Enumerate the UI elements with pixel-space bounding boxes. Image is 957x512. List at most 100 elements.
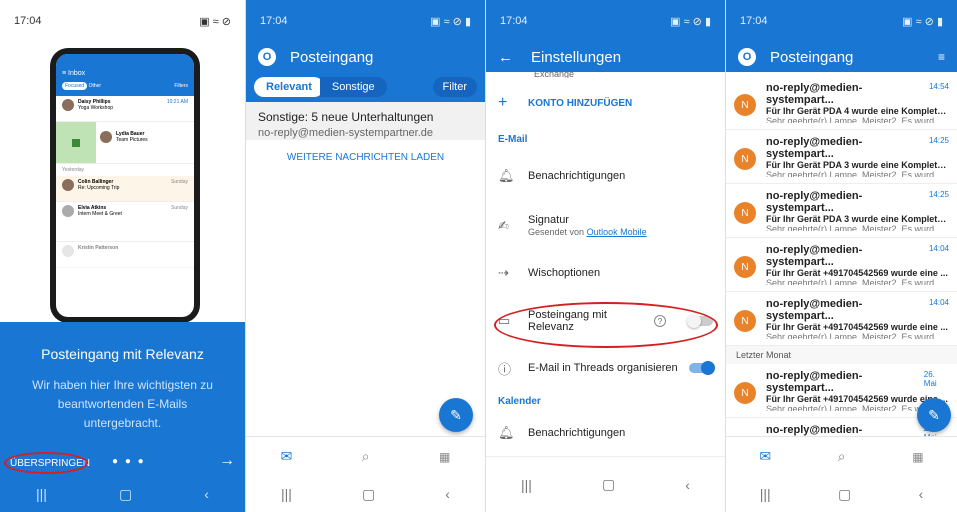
- plus-icon: +: [498, 94, 508, 111]
- calendar-section-heading: Kalender: [498, 395, 541, 407]
- section-last-month: Letzter Monat: [726, 346, 957, 364]
- load-more-button[interactable]: WEITERE NACHRICHTEN LADEN: [246, 152, 485, 163]
- home-icon[interactable]: ▢: [362, 486, 375, 503]
- system-navbar: ||| ▢ ‹: [246, 476, 485, 512]
- mail-item[interactable]: Nno-reply@medien-systempart... 14:04 Für I…: [726, 238, 957, 292]
- compose-icon[interactable]: ✎: [439, 398, 473, 432]
- phone-illustration: ≡ Inbox Focused Other Filters Daisy Phil…: [50, 48, 200, 323]
- onboarding-screen: 17:04 ▣ ≈ ⊘ ≡ Inbox Focused Other Filter…: [0, 0, 245, 512]
- mail-icon[interactable]: ✉: [281, 448, 293, 465]
- calendar-notifications-label: Benachrichtigungen: [528, 427, 626, 439]
- mail-sender: no-reply@medien-systempart...: [766, 298, 863, 322]
- phone-inbox-title: Inbox: [68, 70, 86, 77]
- back-icon[interactable]: ‹: [919, 486, 924, 502]
- threads-toggle[interactable]: [689, 361, 715, 375]
- next-arrow-icon[interactable]: →: [219, 452, 235, 470]
- cluster-sender: no-reply@medien-systempartner.de: [258, 127, 434, 139]
- tab-other[interactable]: Sonstige: [319, 77, 387, 97]
- filter-icon[interactable]: ≡: [938, 50, 945, 64]
- inbox-focused-screen: 17:04 ▣ ≈ ⊘ ▮ O Posteingang Relevant Son…: [245, 0, 485, 512]
- compose-icon[interactable]: ✎: [917, 398, 951, 432]
- mail-sender: no-reply@medien-systempart...: [766, 82, 863, 106]
- swipe-icon: ⇢: [498, 265, 509, 280]
- mail-item[interactable]: Nno-reply@medien-systempart... 14:04 Für I…: [726, 292, 957, 346]
- other-cluster[interactable]: Sonstige: 5 neue Unterhaltungen no-reply…: [246, 102, 485, 140]
- sender-avatar: N: [734, 202, 756, 224]
- phone-row-time: Sunday: [171, 179, 188, 185]
- tab-relevant[interactable]: Relevant: [254, 77, 324, 97]
- mail-preview: Sehr geehrte(r) Lampe, Meister2, Es wurd…: [766, 116, 942, 123]
- recent-apps-icon[interactable]: |||: [521, 477, 532, 493]
- sender-avatar: N: [734, 256, 756, 278]
- phone-row-time: 10:21 AM: [166, 99, 188, 105]
- back-icon[interactable]: ‹: [445, 486, 450, 502]
- mail-subject: Für Ihr Gerät PDA 3 wurde eine Komplettl…: [766, 214, 949, 224]
- status-bar: 17:04 ▣ ≈ ⊘ ▮: [486, 0, 725, 42]
- status-time: 17:04: [740, 15, 768, 27]
- filter-button[interactable]: Filter: [432, 77, 477, 97]
- recent-apps-icon[interactable]: |||: [36, 486, 47, 502]
- recent-apps-icon[interactable]: |||: [281, 486, 292, 502]
- phone-yesterday: Yesterday: [62, 167, 85, 173]
- calendar-icon[interactable]: ▦: [912, 450, 923, 464]
- system-navbar: ||| ▢ ‹: [726, 476, 957, 512]
- search-icon[interactable]: ⌕: [362, 448, 370, 465]
- settings-screen: 17:04 ▣ ≈ ⊘ ▮ ← Einstellungen Exchange +…: [485, 0, 725, 512]
- swipe-options-item[interactable]: ⇢ Wischoptionen: [486, 250, 725, 296]
- notifications-item[interactable]: 🔔︎ Benachrichtigungen: [486, 150, 725, 202]
- skip-highlight: [4, 452, 88, 474]
- mail-item[interactable]: Nno-reply@medien-systempart... 14:25 Für I…: [726, 184, 957, 238]
- inbox-tabs: Relevant Sonstige Filter: [246, 72, 485, 102]
- status-bar: 17:04 ▣ ≈ ⊘ ▮: [246, 0, 485, 42]
- mail-preview: Sehr geehrte(r) Lampe, Meister2, Es wurd…: [766, 224, 942, 231]
- back-icon[interactable]: ‹: [204, 486, 209, 502]
- phone-row-subject: Team Pictures: [116, 137, 148, 143]
- page-title: Einstellungen: [531, 48, 622, 66]
- swipe-label: Wischoptionen: [528, 267, 601, 279]
- notifications-label: Benachrichtigungen: [528, 170, 626, 182]
- calendar-icon[interactable]: ▦: [439, 450, 450, 464]
- phone-row-subject: Yoga Workshop: [78, 105, 114, 111]
- mail-sender: no-reply@medien-systempart...: [766, 136, 863, 160]
- recent-apps-icon[interactable]: |||: [760, 486, 771, 502]
- mail-item[interactable]: Nno-reply@medien-systempart... 14:25 Für I…: [726, 130, 957, 184]
- onboarding-text: Wir haben hier Ihre wichtigsten zu beant…: [32, 378, 213, 430]
- mail-icon[interactable]: ✉: [759, 448, 771, 465]
- signature-item[interactable]: ✍︎ Signatur Gesendet von Outlook Mobile: [486, 202, 725, 250]
- signature-sub: Gesendet von: [528, 227, 585, 237]
- threads-item[interactable]: ⓘ E-Mail in Threads organisieren: [486, 346, 725, 390]
- outlook-logo-icon[interactable]: O: [258, 48, 276, 66]
- status-time: 17:04: [260, 15, 288, 27]
- mail-subject: Für Ihr Gerät +491704542569 wurde eine .…: [766, 322, 948, 332]
- cluster-title: Sonstige: 5 neue Unterhaltungen: [258, 110, 434, 124]
- system-navbar: ||| ▢ ‹: [486, 456, 725, 512]
- mail-item[interactable]: Nno-reply@medien-systempart... 14:54 Für I…: [726, 76, 957, 130]
- status-time: 17:04: [500, 15, 528, 27]
- add-account-item[interactable]: + KONTO HINZUFÜGEN: [486, 78, 725, 128]
- search-icon[interactable]: ⌕: [838, 448, 846, 465]
- sender-avatar: N: [734, 382, 756, 404]
- sender-avatar: N: [734, 310, 756, 332]
- page-dots: ● ● ●: [112, 456, 146, 467]
- status-bar: 17:04 ▣ ≈ ⊘: [0, 0, 245, 42]
- mail-preview: Sehr geehrte(r) Lampe, Meister2, Es wurd…: [766, 332, 942, 339]
- calendar-notifications-item[interactable]: 🔔︎ Benachrichtigungen: [486, 412, 725, 454]
- back-icon[interactable]: ‹: [685, 477, 690, 493]
- home-icon[interactable]: ▢: [119, 486, 132, 503]
- signature-link[interactable]: Outlook Mobile: [587, 227, 647, 237]
- back-arrow-icon[interactable]: ←: [498, 49, 513, 66]
- mail-time: 14:25: [928, 190, 949, 199]
- home-icon[interactable]: ▢: [838, 486, 851, 503]
- mail-time: 14:25: [928, 136, 949, 145]
- info-icon: ⓘ: [498, 361, 512, 377]
- mail-time: 14:04: [928, 298, 949, 307]
- phone-focused-tab: Focused: [62, 82, 88, 90]
- mail-preview: Sehr geehrte(r) Lampe, Meister2, Es wurd…: [766, 278, 942, 285]
- mail-preview: Sehr geehrte(r) Lampe, Meister2, Es wurd…: [766, 170, 942, 177]
- outlook-logo-icon[interactable]: O: [738, 48, 756, 66]
- status-time: 17:04: [14, 15, 42, 27]
- status-bar: 17:04 ▣ ≈ ⊘ ▮: [726, 0, 957, 42]
- focused-inbox-highlight: [494, 302, 718, 348]
- home-icon[interactable]: ▢: [602, 476, 615, 493]
- status-icons: ▣ ≈ ⊘ ▮: [902, 15, 943, 28]
